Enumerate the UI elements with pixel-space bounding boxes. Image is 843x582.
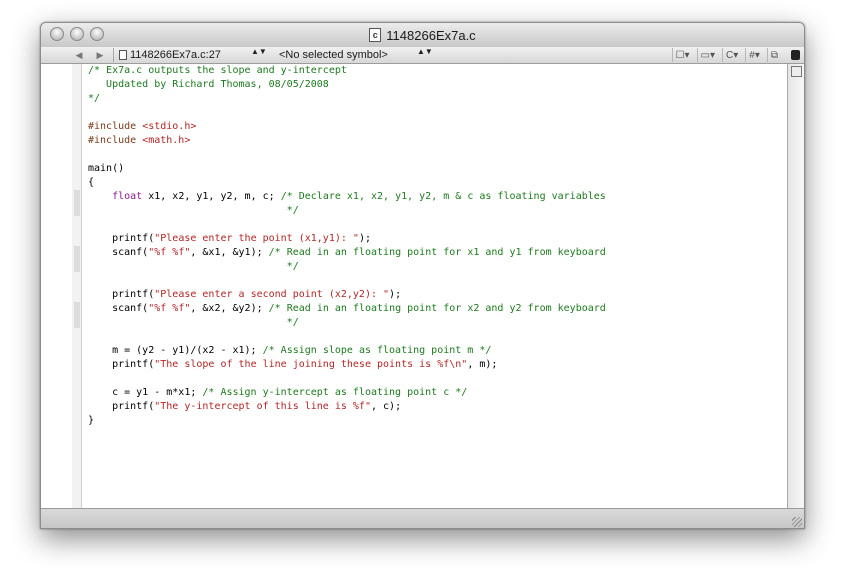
code-line[interactable]: Updated by Richard Thomas, 08/05/2008 xyxy=(88,78,778,92)
code-token: scanf( xyxy=(88,247,149,258)
title-bar[interactable]: c 1148266Ex7a.c xyxy=(41,23,804,48)
lock-icon[interactable] xyxy=(791,50,800,60)
code-line[interactable]: */ xyxy=(88,316,778,330)
fold-marker[interactable] xyxy=(74,190,80,216)
code-line[interactable]: #include <stdio.h> xyxy=(88,120,778,134)
code-token: */ xyxy=(88,261,299,272)
file-history-popup[interactable]: 1148266Ex7a.c:27 xyxy=(119,48,221,62)
fold-marker[interactable] xyxy=(74,302,80,328)
code-line[interactable]: main() xyxy=(88,162,778,176)
code-token: { xyxy=(88,177,95,188)
code-line[interactable]: m = (y2 - y1)/(x2 - x1); /* Assign slope… xyxy=(88,344,778,358)
code-token: m = (y2 - y1)/(x2 - x1); xyxy=(88,345,263,356)
navigation-bar: ◀ ▶ 1148266Ex7a.c:27 ▲▼ <No selected sym… xyxy=(41,47,804,64)
code-token: /* Declare x1, x2, y1, y2, m & c as floa… xyxy=(280,191,606,202)
code-text[interactable]: /* Ex7a.c outputs the slope and y-interc… xyxy=(88,64,778,428)
class-hierarchy-menu-icon[interactable]: C▾ xyxy=(722,48,741,62)
code-token: x1, x2, y1, y2, m, c; xyxy=(142,191,281,202)
c-file-icon: c xyxy=(369,28,382,42)
code-line[interactable] xyxy=(88,148,778,162)
code-line[interactable]: float x1, x2, y1, y2, m, c; /* Declare x… xyxy=(88,190,778,204)
code-token: printf( xyxy=(88,289,155,300)
symbol-label: <No selected symbol> xyxy=(279,49,388,61)
code-token: ); xyxy=(358,233,371,244)
code-token: /* Read in an floating point for x1 and … xyxy=(268,247,606,258)
code-token: <math.h> xyxy=(142,135,191,146)
code-line[interactable]: */ xyxy=(88,260,778,274)
line-gutter[interactable] xyxy=(41,64,73,508)
code-token: "Please enter a second point (x2,y2): " xyxy=(154,289,390,300)
code-token: /* Ex7a.c outputs the slope and y-interc… xyxy=(88,65,347,76)
code-line[interactable] xyxy=(88,106,778,120)
code-token: , &x2, &y2); xyxy=(190,303,269,314)
code-token: } xyxy=(88,415,95,426)
code-token: #include xyxy=(88,135,143,146)
code-line[interactable]: scanf("%f %f", &x2, &y2); /* Read in an … xyxy=(88,302,778,316)
code-line[interactable]: printf("Please enter a second point (x2,… xyxy=(88,288,778,302)
code-line[interactable]: */ xyxy=(88,92,778,106)
code-token: */ xyxy=(88,93,101,104)
code-token: scanf( xyxy=(88,303,149,314)
code-token: "Please enter the point (x1,y1): " xyxy=(154,233,359,244)
code-token: printf( xyxy=(88,401,155,412)
forward-arrow-icon[interactable]: ▶ xyxy=(93,48,107,62)
code-token: c = y1 - m*x1; xyxy=(88,387,203,398)
document-icon xyxy=(119,50,127,60)
code-token: "%f %f" xyxy=(148,247,191,258)
breakpoints-menu-icon[interactable]: ▭▾ xyxy=(696,48,718,62)
code-line[interactable]: /* Ex7a.c outputs the slope and y-interc… xyxy=(88,64,778,78)
code-token: printf( xyxy=(88,233,155,244)
code-line[interactable]: { xyxy=(88,176,778,190)
code-line[interactable]: */ xyxy=(88,204,778,218)
code-line[interactable] xyxy=(88,330,778,344)
code-line[interactable]: printf("The y-intercept of this line is … xyxy=(88,400,778,414)
code-token: float xyxy=(112,191,143,202)
code-token: */ xyxy=(88,205,299,216)
included-files-menu-icon[interactable]: #▾ xyxy=(745,48,763,62)
bookmarks-menu-icon[interactable]: ☐▾ xyxy=(671,48,693,62)
editor-window: c 1148266Ex7a.c ◀ ▶ 1148266Ex7a.c:27 ▲▼ … xyxy=(40,22,805,529)
code-token: ); xyxy=(389,289,402,300)
focus-ribbon[interactable] xyxy=(72,64,82,508)
counterpart-icon[interactable]: ⧉ xyxy=(766,48,781,62)
status-bar xyxy=(41,508,804,528)
code-line[interactable]: c = y1 - m*x1; /* Assign y-intercept as … xyxy=(88,386,778,400)
file-popup-stepper-icon[interactable]: ▲▼ xyxy=(251,48,267,56)
code-token: /* Assign y-intercept as floating point … xyxy=(202,387,468,398)
code-token: #include xyxy=(88,121,143,132)
code-token: main() xyxy=(88,163,125,174)
code-line[interactable]: printf("The slope of the line joining th… xyxy=(88,358,778,372)
code-line[interactable] xyxy=(88,274,778,288)
split-view-icon[interactable] xyxy=(791,66,802,77)
code-token: , c); xyxy=(370,401,402,412)
vertical-scrollbar[interactable] xyxy=(787,64,804,508)
code-line[interactable] xyxy=(88,218,778,232)
fold-marker[interactable] xyxy=(74,246,80,272)
code-token: "The y-intercept of this line is %f" xyxy=(154,401,371,412)
symbol-popup-stepper-icon[interactable]: ▲▼ xyxy=(417,48,433,56)
code-line[interactable]: scanf("%f %f", &x1, &y1); /* Read in an … xyxy=(88,246,778,260)
code-token: <stdio.h> xyxy=(142,121,197,132)
code-token: "%f %f" xyxy=(148,303,191,314)
code-token: /* Read in an floating point for x2 and … xyxy=(268,303,606,314)
code-line[interactable]: #include <math.h> xyxy=(88,134,778,148)
code-line[interactable]: printf("Please enter the point (x1,y1): … xyxy=(88,232,778,246)
symbol-popup[interactable]: <No selected symbol> xyxy=(279,48,388,62)
code-token: Updated by Richard Thomas, 08/05/2008 xyxy=(88,79,329,90)
window-title: 1148266Ex7a.c xyxy=(386,27,476,43)
code-token: , &x1, &y1); xyxy=(190,247,269,258)
navbar-tools: ☐▾ ▭▾ C▾ #▾ ⧉ xyxy=(671,48,800,62)
code-line[interactable]: } xyxy=(88,414,778,428)
code-editor[interactable]: /* Ex7a.c outputs the slope and y-interc… xyxy=(41,64,788,508)
code-line[interactable] xyxy=(88,372,778,386)
back-arrow-icon[interactable]: ◀ xyxy=(72,48,86,62)
code-token: , m); xyxy=(467,359,498,370)
code-token: /* Assign slope as floating point m */ xyxy=(262,345,492,356)
resize-grip-icon[interactable] xyxy=(792,517,802,527)
file-location-label: 1148266Ex7a.c:27 xyxy=(130,49,221,61)
code-token: printf( xyxy=(88,359,155,370)
code-token: "The slope of the line joining these poi… xyxy=(154,359,468,370)
code-token: */ xyxy=(88,317,299,328)
